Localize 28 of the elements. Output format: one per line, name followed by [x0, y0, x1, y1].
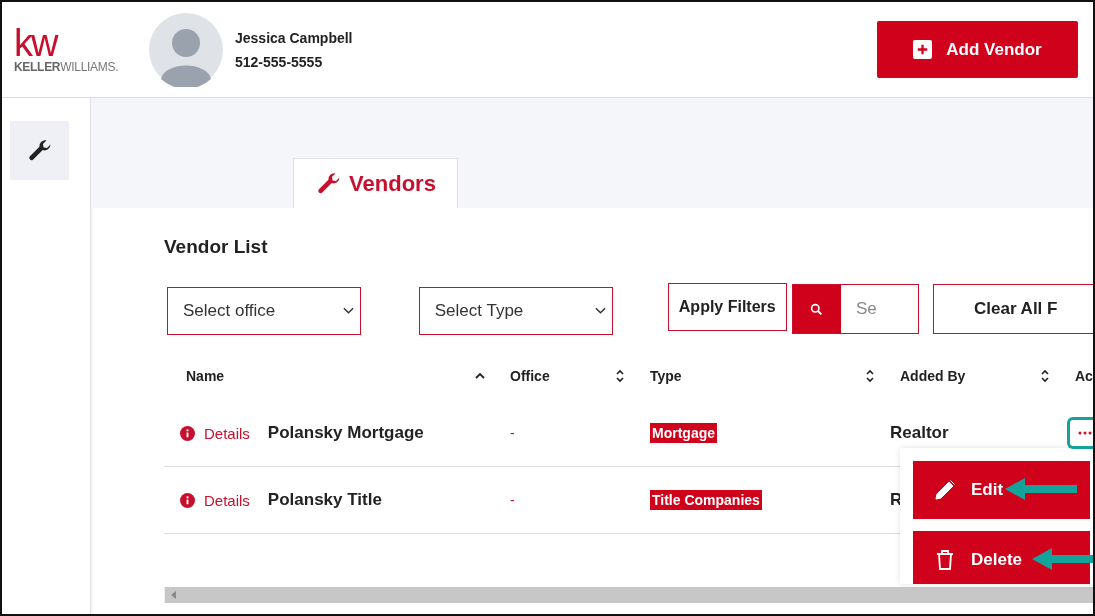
vendors-tab[interactable]: Vendors: [293, 158, 458, 208]
vendor-name: Polansky Title: [267, 490, 382, 510]
apply-filters-button[interactable]: Apply Filters: [667, 283, 787, 331]
column-header: Added By: [900, 368, 966, 384]
column-header: Office: [510, 368, 550, 384]
user-phone: 512-555-5555: [235, 53, 324, 70]
type-select[interactable]: Select Type: [418, 287, 613, 335]
edit-button[interactable]: Edit: [913, 461, 1090, 519]
column-header: Type: [650, 368, 682, 384]
clear-filters-button[interactable]: Clear All F: [933, 284, 1093, 334]
column-header: Name: [186, 368, 225, 384]
added-by-value: Realtor: [890, 423, 949, 443]
details-link[interactable]: Details: [180, 491, 250, 509]
office-value: -: [510, 492, 515, 508]
type-tag: Title Companies: [650, 490, 762, 510]
logo-text: KELLERWILLIAMS.: [14, 59, 120, 74]
delete-button[interactable]: Delete: [913, 531, 1090, 584]
vendor-name: Polansky Mortgage: [267, 423, 424, 443]
search-field[interactable]: Se: [792, 284, 919, 334]
section-title: Vendor List: [164, 236, 269, 259]
logo-mark: kw: [14, 25, 58, 60]
details-link[interactable]: Details: [180, 424, 250, 442]
column-header: Ac: [1075, 368, 1093, 384]
office-select[interactable]: Select office: [167, 287, 361, 335]
user-name: Jessica Campbell: [235, 29, 353, 46]
type-tag: Mortgage: [650, 423, 717, 443]
office-value: -: [510, 425, 515, 441]
add-vendor-button[interactable]: Add Vendor: [877, 21, 1078, 78]
